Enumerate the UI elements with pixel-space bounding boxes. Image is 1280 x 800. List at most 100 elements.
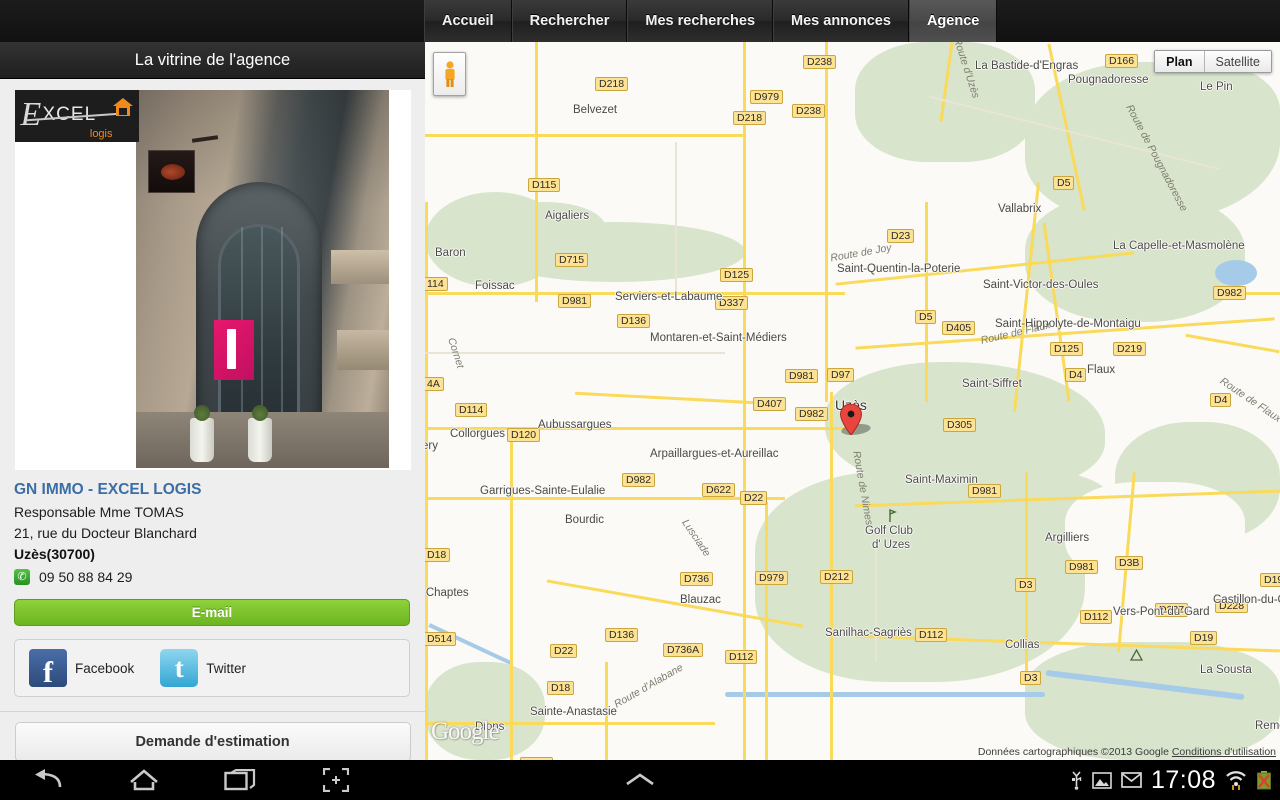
road-shield: D97 — [827, 368, 855, 382]
map-attribution: Données cartographiques ©2013 Google Con… — [978, 746, 1276, 758]
email-button[interactable]: E-mail — [14, 599, 410, 626]
road-shield: D4 — [1210, 393, 1232, 407]
logo-subtext: logis — [89, 128, 113, 140]
map-place-label: Aigaliers — [545, 210, 590, 222]
usb-icon — [1070, 770, 1083, 790]
map-type-control[interactable]: Plan Satellite — [1154, 50, 1272, 73]
road-shield: D238 — [792, 104, 826, 118]
map-place-label: La Bastide-d'Engras — [975, 60, 1079, 72]
social-links-box: f Facebook t Twitter — [14, 639, 410, 697]
map-type-plan[interactable]: Plan — [1155, 51, 1204, 72]
image-icon — [1092, 771, 1112, 789]
photo-sign-arm — [191, 135, 218, 143]
map-place-label: Collorgues — [450, 428, 505, 440]
road-shield: D120 — [507, 428, 541, 442]
map-place-label: Flaux — [1087, 364, 1116, 376]
logo-initial: E — [20, 96, 42, 133]
tab-mes-annonces[interactable]: Mes annonces — [773, 0, 909, 42]
road-shield: D982 — [622, 473, 656, 487]
road-shield: D112 — [1080, 610, 1113, 624]
road-shield: D112 — [725, 650, 758, 664]
home-button[interactable] — [96, 769, 192, 791]
photo-poster — [213, 320, 254, 380]
attribution-text: Données cartographiques ©2013 Google — [977, 746, 1169, 758]
map-place-label: Arpaillargues-et-Aureillac — [650, 448, 779, 460]
map-canvas[interactable]: Plan Satellite D218 D238 D166 D979 D238 D218 D… — [425, 42, 1280, 760]
screenshot-icon — [323, 768, 349, 792]
road-shield: D736 — [680, 572, 714, 586]
photo-planter-left — [189, 405, 214, 462]
road-shield: D305 — [943, 418, 977, 432]
sidebar-divider — [0, 711, 425, 712]
map-place-label: Montaren-et-Saint-Médiers — [650, 332, 787, 344]
phone-icon: ✆ — [14, 569, 30, 585]
storefront-photo — [135, 90, 389, 468]
tab-agence[interactable]: Agence — [908, 0, 998, 42]
photo-stone-ledge-2 — [336, 330, 389, 370]
back-button[interactable] — [0, 769, 96, 791]
road-shield: 4A — [425, 377, 444, 391]
road-shield: D4 — [1065, 368, 1087, 382]
gmail-icon — [1121, 772, 1142, 788]
system-status-icons: 17:08 — [1070, 760, 1272, 800]
map-place-label: Saint-Maximin — [905, 474, 978, 486]
agency-address: 21, rue du Docteur Blanchard — [14, 525, 197, 541]
street-view-pegman[interactable] — [433, 52, 466, 96]
map-place-label: d' Uzes — [872, 539, 910, 551]
map-place-label: Remou — [1255, 720, 1280, 732]
facebook-link[interactable]: f Facebook — [29, 649, 150, 687]
agency-city: Uzès(30700) — [14, 546, 95, 562]
road-shield: D981 — [785, 369, 819, 383]
map-place-label: Serviers-et-Labaume — [615, 291, 723, 303]
road-shield: D22 — [550, 644, 578, 658]
chevron-up-icon — [626, 773, 654, 786]
map-place-label: La Sousta — [1200, 664, 1252, 676]
twitter-label: Twitter — [206, 660, 247, 676]
recent-apps-button[interactable] — [192, 769, 288, 791]
facebook-icon: f — [29, 649, 67, 687]
notification-expand-button[interactable] — [592, 772, 688, 788]
terms-of-use-link[interactable]: Conditions d'utilisation — [1172, 746, 1276, 758]
tab-accueil[interactable]: Accueil — [424, 0, 512, 42]
screenshot-button[interactable] — [288, 768, 384, 792]
sidebar-title: La vitrine de l'agence — [0, 42, 425, 79]
map-type-satellite[interactable]: Satellite — [1204, 51, 1271, 72]
road-shield: D238 — [803, 55, 837, 69]
road-shield: D18 — [425, 548, 451, 562]
twitter-link[interactable]: t Twitter — [160, 649, 262, 687]
road-shield: D3 — [1015, 578, 1037, 592]
tab-mes-recherches[interactable]: Mes recherches — [627, 0, 774, 42]
agency-phone-row[interactable]: ✆ 09 50 88 84 29 — [14, 569, 411, 585]
storefront-photo-container: E XCEL logis — [14, 90, 411, 470]
photo-planter-right — [247, 405, 272, 462]
map-place-label: Sanilhac-Sagriès — [825, 627, 912, 639]
screen-root: Accueil Rechercher Mes recherches Mes an… — [0, 0, 1280, 800]
road-shield: D136 — [617, 314, 651, 328]
map-marker-uzes[interactable] — [839, 403, 863, 436]
map-place-label: Sainte-Anastasie — [530, 706, 617, 718]
road-shield: D981 — [558, 294, 592, 308]
nav-tabs: Accueil Rechercher Mes recherches Mes an… — [424, 0, 998, 42]
map-place-label: Baron — [435, 247, 466, 259]
photo-stone-ledge — [330, 250, 389, 284]
map-place-label: -Chaptes — [425, 587, 469, 599]
wifi-icon — [1225, 770, 1247, 790]
tab-rechercher[interactable]: Rechercher — [511, 0, 628, 42]
google-watermark: Google — [431, 718, 500, 745]
pegman-icon — [444, 60, 455, 87]
road-shield: D622 — [702, 483, 736, 497]
estimation-request-button[interactable]: Demande d'estimation — [14, 722, 411, 760]
road-shield: D212 — [820, 570, 854, 584]
agency-name: GN IMMO - EXCEL LOGIS — [14, 481, 202, 498]
map-place-label: Saint-Siffret — [962, 378, 1022, 390]
road-shield: D715 — [555, 253, 589, 267]
road-shield: D219 — [1113, 342, 1147, 356]
map-place-label: Argilliers — [1045, 532, 1090, 544]
road-shield: D18 — [547, 681, 575, 695]
road-shield: D736A — [663, 643, 704, 657]
android-navigation-bar: 17:08 — [0, 760, 1280, 800]
golf-icon — [889, 508, 897, 522]
road-shield: D3 — [1020, 671, 1042, 685]
map-place-label: Saint-Victor-des-Oules — [983, 279, 1099, 291]
map-place-label: Aubussargues — [538, 419, 612, 431]
